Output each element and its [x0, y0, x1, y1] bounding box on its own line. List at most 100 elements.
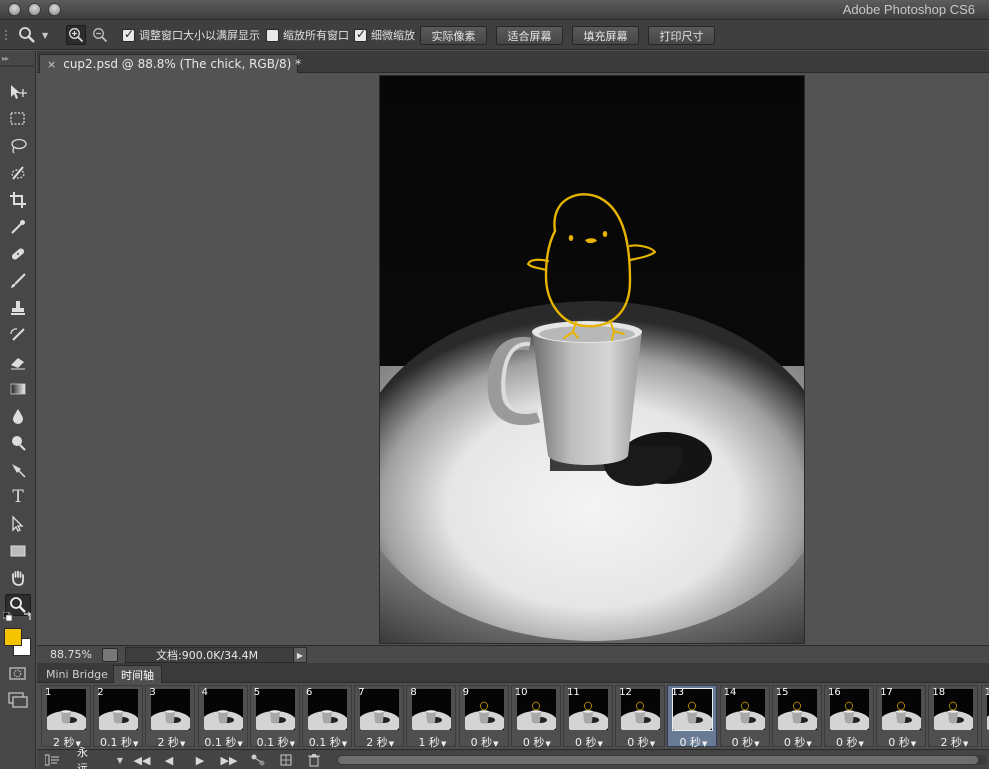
- actual-pixels-button[interactable]: 实际像素: [420, 26, 487, 45]
- minimize-window-button[interactable]: [28, 3, 41, 16]
- default-colors-icon[interactable]: [3, 612, 13, 622]
- frame-delay[interactable]: 0 秒▼: [512, 734, 562, 750]
- tool-history-brush[interactable]: [5, 324, 31, 346]
- animation-frame[interactable]: 18 2 秒▼: [928, 685, 979, 750]
- frame-delay[interactable]: 2 秒▼: [355, 734, 405, 750]
- animation-frame[interactable]: 2 0.1 秒▼: [93, 685, 144, 750]
- frame-delay[interactable]: 0 秒▼: [877, 734, 927, 750]
- document-image[interactable]: [379, 75, 805, 644]
- zoom-window-button[interactable]: [48, 3, 61, 16]
- tool-blur[interactable]: [5, 405, 31, 427]
- frame-delay[interactable]: 0 秒▼: [668, 734, 718, 750]
- animation-frame[interactable]: 8 1 秒▼: [406, 685, 457, 750]
- zoom-level[interactable]: 88.75%: [50, 648, 92, 661]
- frame-delay[interactable]: 0 秒▼: [825, 734, 875, 750]
- zoom-all-option[interactable]: 缩放所有窗口: [266, 20, 349, 50]
- animation-frame[interactable]: 12 0 秒▼: [615, 685, 666, 750]
- loop-select[interactable]: 永远 ▼: [77, 746, 123, 769]
- tool-gradient[interactable]: [5, 378, 31, 400]
- frame-delay[interactable]: 2 秒▼: [146, 734, 196, 750]
- screen-mode-icon[interactable]: [8, 692, 28, 708]
- frames-scrollbar[interactable]: [337, 755, 987, 765]
- frame-delay[interactable]: 0 秒▼: [460, 734, 510, 750]
- tool-pen[interactable]: [5, 459, 31, 481]
- frame-delay[interactable]: 1 秒▼: [407, 734, 457, 750]
- tool-healing-brush[interactable]: [5, 243, 31, 265]
- frame-delay[interactable]: 0 秒▼: [721, 734, 771, 750]
- fill-screen-button[interactable]: 填充屏幕: [572, 26, 639, 45]
- swap-colors-icon[interactable]: [22, 611, 33, 622]
- close-window-button[interactable]: [8, 3, 21, 16]
- animation-frame[interactable]: 12 秒▼: [41, 685, 91, 749]
- status-info-icon[interactable]: [102, 648, 118, 662]
- tool-eraser[interactable]: [5, 351, 31, 373]
- animation-frame[interactable]: 14 0 秒▼: [719, 685, 771, 750]
- frame-delay[interactable]: 0 秒▼: [616, 734, 666, 750]
- tool-path-select[interactable]: [5, 513, 31, 535]
- convert-timeline-button[interactable]: [43, 752, 61, 768]
- tool-type[interactable]: T: [5, 486, 31, 508]
- status-menu-button[interactable]: ▶: [293, 647, 307, 663]
- tween-button[interactable]: [249, 752, 267, 768]
- animation-frame[interactable]: 4 0.1 秒▼: [197, 685, 249, 750]
- first-frame-button[interactable]: ◀◀: [133, 752, 151, 768]
- chevron-down-icon: ▼: [116, 755, 123, 765]
- animation-frame[interactable]: 16 0 秒▼: [824, 685, 875, 750]
- foreground-color-swatch[interactable]: [4, 628, 22, 646]
- scrubby-zoom-option[interactable]: 细微缩放: [354, 20, 415, 50]
- print-size-button[interactable]: 打印尺寸: [648, 26, 715, 45]
- scrubby-zoom-checkbox[interactable]: [354, 27, 367, 42]
- canvas-area[interactable]: [37, 73, 989, 646]
- delete-frame-button[interactable]: [305, 752, 323, 768]
- frame-delay[interactable]: 2 秒▼: [929, 734, 979, 750]
- frame-number: 5: [253, 687, 261, 698]
- frame-delay[interactable]: 0 秒▼: [773, 734, 823, 750]
- resize-windows-checkbox[interactable]: [122, 27, 135, 42]
- next-frame-button[interactable]: ▶▶: [220, 752, 238, 768]
- tool-preset-picker[interactable]: ▼: [18, 25, 58, 45]
- tool-dodge[interactable]: [5, 432, 31, 454]
- animation-frame[interactable]: 6 0.1 秒▼: [302, 685, 353, 750]
- tab-cup2-psd[interactable]: × cup2.psd @ 88.8% (The chick, RGB/8) *: [39, 54, 301, 73]
- tool-move[interactable]: [5, 81, 31, 103]
- animation-frame[interactable]: 10 0 秒▼: [510, 685, 562, 750]
- frame-delay[interactable]: 0.1 秒▼: [251, 734, 301, 750]
- duplicate-frame-button[interactable]: [277, 752, 295, 768]
- tool-brush[interactable]: [5, 270, 31, 292]
- frame-delay[interactable]: 0.1 秒▼: [199, 734, 249, 750]
- animation-frame[interactable]: 7 2 秒▼: [354, 685, 405, 750]
- tool-marquee[interactable]: [5, 108, 31, 130]
- tool-lasso[interactable]: [5, 135, 31, 157]
- tool-quick-select[interactable]: [5, 162, 31, 184]
- animation-frame[interactable]: 19: [980, 685, 989, 747]
- previous-frame-button[interactable]: ◀: [161, 752, 177, 768]
- frames-scroll-thumb[interactable]: [338, 756, 978, 764]
- quick-mask-icon[interactable]: [9, 667, 27, 681]
- frame-delay[interactable]: 0.1 秒▼: [303, 734, 353, 750]
- animation-frame[interactable]: 17 0 秒▼: [876, 685, 927, 750]
- tool-clone-stamp[interactable]: [5, 297, 31, 319]
- animation-frame[interactable]: 5 0.1 秒▼: [249, 685, 301, 750]
- play-button[interactable]: ▶: [192, 752, 208, 768]
- animation-frame[interactable]: 9 0 秒▼: [458, 685, 510, 750]
- collapse-toolbar-icon[interactable]: ▸▸: [2, 54, 9, 63]
- animation-frame[interactable]: 3 2 秒▼: [145, 685, 196, 750]
- document-size-info[interactable]: 文档:900.0K/34.4M: [125, 647, 297, 663]
- tab-timeline[interactable]: 时间轴: [113, 665, 162, 683]
- zoom-out-button[interactable]: [90, 25, 110, 45]
- tool-hand[interactable]: [5, 567, 31, 589]
- zoom-all-checkbox[interactable]: [266, 28, 279, 42]
- tool-crop[interactable]: [5, 189, 31, 211]
- zoom-in-button[interactable]: [66, 25, 86, 45]
- animation-frame[interactable]: 11 0 秒▼: [563, 685, 614, 750]
- tool-rectangle[interactable]: [5, 540, 31, 562]
- tab-mini-bridge[interactable]: Mini Bridge: [39, 665, 115, 683]
- fit-screen-button[interactable]: 适合屏幕: [496, 26, 563, 45]
- tool-eyedropper[interactable]: [5, 216, 31, 238]
- animation-frame[interactable]: 15 0 秒▼: [771, 685, 823, 750]
- animation-frame[interactable]: 13 0 秒▼: [667, 685, 718, 750]
- frame-delay[interactable]: 0.1 秒▼: [94, 734, 144, 750]
- close-tab-icon[interactable]: ×: [47, 58, 56, 71]
- resize-windows-option[interactable]: 调整窗口大小以满屏显示: [122, 20, 260, 50]
- frame-delay[interactable]: 0 秒▼: [564, 734, 614, 750]
